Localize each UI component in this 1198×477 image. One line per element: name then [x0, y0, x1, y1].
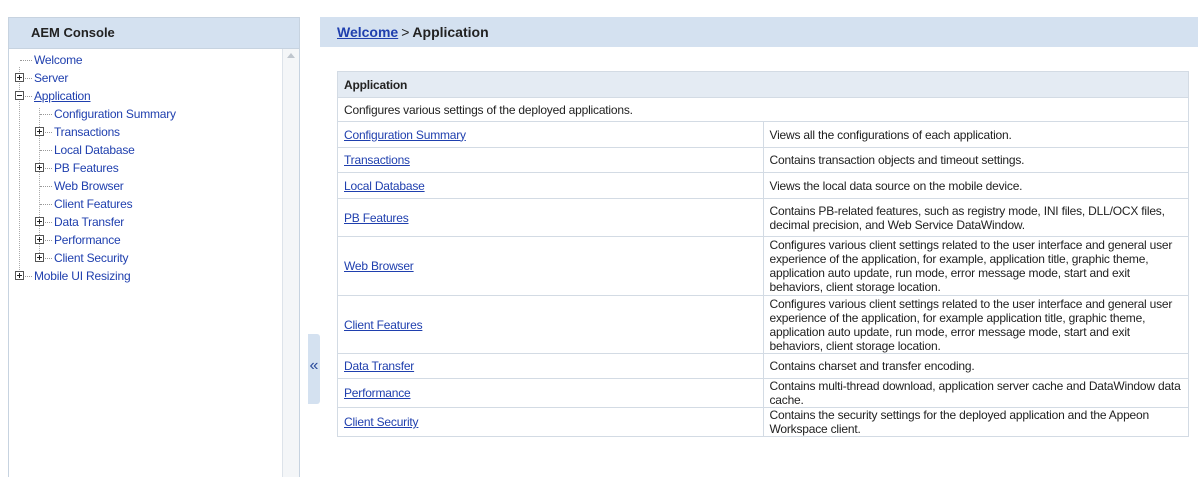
navigation-panel: AEM Console Welcome Server Application C…	[8, 17, 300, 477]
tree-item-label: Performance	[54, 233, 121, 247]
navigation-tree: Welcome Server Application Configuration…	[9, 49, 282, 477]
tree-connector	[45, 258, 52, 259]
setting-name-cell: PB Features	[337, 198, 764, 237]
section-heading: Application	[337, 71, 1189, 98]
table-row: Client Security Contains the security se…	[337, 407, 1189, 437]
expand-icon[interactable]	[15, 73, 24, 82]
tree-connector	[45, 240, 52, 241]
table-row: Performance Contains multi-thread downlo…	[337, 378, 1189, 408]
setting-name-cell: Web Browser	[337, 236, 764, 296]
vertical-scrollbar[interactable]	[282, 49, 299, 477]
table-row: PB Features Contains PB-related features…	[337, 198, 1189, 237]
table-row: Configuration Summary Views all the conf…	[337, 121, 1189, 148]
setting-link-client-features[interactable]: Client Features	[344, 318, 423, 332]
console-title: AEM Console	[9, 18, 299, 49]
setting-link-transactions[interactable]: Transactions	[344, 153, 410, 167]
tree-item-label: Local Database	[54, 143, 135, 157]
setting-description: Views all the configurations of each app…	[762, 121, 1189, 148]
tree-connector	[45, 222, 52, 223]
setting-description: Configures various client settings relat…	[762, 236, 1189, 296]
scroll-up-icon[interactable]	[287, 53, 295, 58]
setting-name-cell: Transactions	[337, 147, 764, 173]
tree-connector	[40, 204, 52, 205]
tree-connector	[45, 132, 52, 133]
setting-name-cell: Client Security	[337, 407, 764, 437]
tree-connector	[40, 114, 52, 115]
setting-name-cell: Local Database	[337, 172, 764, 199]
application-settings-table: Application Configures various settings …	[337, 71, 1189, 437]
table-row: Web Browser Configures various client se…	[337, 236, 1189, 296]
table-header-row: Application	[337, 71, 1189, 98]
tree-item-label: Mobile UI Resizing	[34, 269, 131, 283]
collapse-icon[interactable]	[15, 91, 24, 100]
setting-link-web-browser[interactable]: Web Browser	[344, 259, 414, 273]
setting-description: Contains transaction objects and timeout…	[762, 147, 1189, 173]
tree-connector	[25, 96, 32, 97]
table-row: Local Database Views the local data sour…	[337, 172, 1189, 199]
setting-name-cell: Performance	[337, 378, 764, 408]
tree-item-label: Transactions	[54, 125, 120, 139]
tree-item-label: Configuration Summary	[54, 107, 176, 121]
expand-icon[interactable]	[35, 217, 44, 226]
tree-item-label: Data Transfer	[54, 215, 125, 229]
collapse-panel-button[interactable]: «	[308, 334, 320, 404]
tree-connector	[45, 168, 52, 169]
tree-item-label: Welcome	[34, 53, 83, 67]
setting-name-cell: Configuration Summary	[337, 121, 764, 148]
double-chevron-left-icon: «	[309, 357, 319, 374]
tree-connector	[25, 78, 32, 79]
table-row: Data Transfer Contains charset and trans…	[337, 353, 1189, 379]
content-header: Welcome > Application	[320, 17, 1198, 47]
setting-link-pb-features[interactable]: PB Features	[344, 211, 409, 225]
breadcrumb-separator: >	[401, 24, 410, 40]
tree-item-label: Client Security	[54, 251, 129, 265]
breadcrumb-current: Application	[412, 24, 489, 40]
section-description: Configures various settings of the deplo…	[337, 97, 1189, 122]
setting-link-client-security[interactable]: Client Security	[344, 415, 419, 429]
expand-icon[interactable]	[35, 235, 44, 244]
setting-name-cell: Client Features	[337, 295, 764, 354]
tree-connector	[20, 60, 32, 61]
setting-description: Views the local data source on the mobil…	[762, 172, 1189, 199]
expand-icon[interactable]	[35, 163, 44, 172]
tree-item-label: Server	[34, 71, 69, 85]
setting-description: Contains the security settings for the d…	[762, 407, 1189, 437]
tree-item-label: Application	[34, 89, 91, 103]
expand-icon[interactable]	[35, 253, 44, 262]
tree-connector	[25, 276, 32, 277]
setting-description: Contains multi-thread download, applicat…	[762, 378, 1189, 408]
setting-name-cell: Data Transfer	[337, 353, 764, 379]
expand-icon[interactable]	[35, 127, 44, 136]
tree-item-label: PB Features	[54, 161, 119, 175]
setting-description: Configures various client settings relat…	[762, 295, 1189, 354]
breadcrumb: Welcome > Application	[337, 17, 489, 47]
expand-icon[interactable]	[15, 271, 24, 280]
breadcrumb-link-welcome[interactable]: Welcome	[337, 24, 398, 40]
table-row: Client Features Configures various clien…	[337, 295, 1189, 354]
setting-link-local-database[interactable]: Local Database	[344, 179, 425, 193]
setting-link-configuration-summary[interactable]: Configuration Summary	[344, 128, 466, 142]
section-description-row: Configures various settings of the deplo…	[337, 97, 1189, 122]
tree-connector	[40, 150, 52, 151]
tree-item-label: Client Features	[54, 197, 133, 211]
setting-link-performance[interactable]: Performance	[344, 386, 411, 400]
tree-item-label: Web Browser	[54, 179, 124, 193]
table-row: Transactions Contains transaction object…	[337, 147, 1189, 173]
setting-link-data-transfer[interactable]: Data Transfer	[344, 359, 414, 373]
setting-description: Contains charset and transfer encoding.	[762, 353, 1189, 379]
setting-description: Contains PB-related features, such as re…	[762, 198, 1189, 237]
tree-connector	[40, 186, 52, 187]
